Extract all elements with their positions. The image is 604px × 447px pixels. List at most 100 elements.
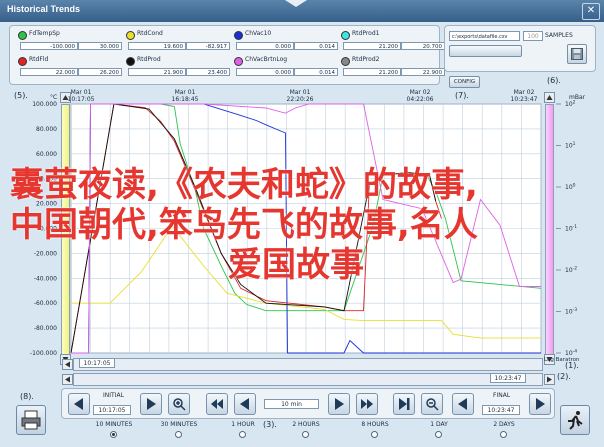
- right-axis-unit: mBar: [569, 94, 586, 101]
- range-radio[interactable]: [175, 431, 182, 438]
- scroll-start-time[interactable]: 10:17:05: [79, 358, 115, 368]
- initial-label: INITIAL: [103, 392, 124, 399]
- floppy-disk-icon: [571, 48, 583, 60]
- pen-max-value[interactable]: 20.700: [401, 42, 445, 50]
- final-label: FINAL: [493, 392, 511, 399]
- left-axis-up-button[interactable]: [60, 92, 71, 103]
- triangle-right-icon: [547, 376, 552, 383]
- pen-fdtempsp[interactable]: FdTempSp -100.000 30.000: [18, 29, 122, 53]
- pen-rtdprod[interactable]: RtdProd 21.900 23.400: [126, 55, 230, 79]
- skip-end-icon: [399, 398, 410, 410]
- right-axis-up-button[interactable]: [544, 92, 555, 103]
- pen-min-value[interactable]: 21.900: [128, 68, 186, 76]
- pen-min-value[interactable]: 0.000: [236, 42, 294, 50]
- range-radio[interactable]: [435, 431, 442, 438]
- save-export-button[interactable]: [567, 44, 587, 64]
- range-radio[interactable]: [302, 431, 309, 438]
- interval-field[interactable]: 10 min: [264, 399, 319, 409]
- final-forward-button[interactable]: [529, 393, 551, 415]
- initial-forward-button[interactable]: [140, 393, 162, 415]
- callout-5: (5).: [14, 91, 28, 100]
- callout-2: (2).: [557, 372, 571, 381]
- samples-field[interactable]: 100: [523, 31, 543, 41]
- running-man-icon: [568, 411, 583, 430]
- pen-max-value[interactable]: 26.200: [78, 68, 122, 76]
- fast-forward-button[interactable]: [356, 393, 378, 415]
- final-back-button[interactable]: [452, 393, 474, 415]
- export-path-field[interactable]: c:\exports\datafile.csv: [449, 31, 520, 41]
- end-scroll-left-button[interactable]: [62, 374, 73, 385]
- fast-rewind-button[interactable]: [206, 393, 228, 415]
- skip-back-initial-button[interactable]: [68, 393, 90, 415]
- pen-min-value[interactable]: 21.200: [343, 68, 401, 76]
- left-tick-label: -60.000: [34, 300, 57, 307]
- pen-max-value[interactable]: 0.014: [294, 42, 338, 50]
- range-radio[interactable]: [371, 431, 378, 438]
- range-label: 30 MINUTES: [160, 421, 198, 428]
- pen-name: RtdFld: [29, 56, 49, 63]
- triangle-left-icon: [458, 398, 467, 410]
- print-button[interactable]: [16, 405, 46, 435]
- magnifier-plus-icon: [173, 398, 186, 411]
- title-notch: [285, 0, 307, 7]
- pen-rtdcond[interactable]: RtdCond 19.600 -82.917: [126, 29, 230, 53]
- start-scroll-left-button[interactable]: [62, 359, 73, 370]
- overlay-text-line-1: 囊萤夜读,《农夫和蛇》的故事,: [10, 165, 478, 205]
- overlay-text-line-2: 中国朝代,笨鸟先飞的故事,名人: [10, 205, 478, 245]
- pen-min-value[interactable]: -100.000: [20, 42, 78, 50]
- pen-chvac10[interactable]: ChVac10 0.000 0.014: [234, 29, 338, 53]
- end-scroll-right-button[interactable]: [544, 374, 555, 385]
- pen-color-dot: [18, 57, 27, 66]
- right-axis-slider-thumb[interactable]: [546, 105, 553, 354]
- initial-time-field[interactable]: 10:17:05: [93, 405, 131, 415]
- skip-to-end-button[interactable]: [393, 393, 415, 415]
- zoom-in-button[interactable]: [168, 393, 190, 415]
- pen-color-dot: [234, 57, 243, 66]
- pen-rtdprod1[interactable]: RtdProd1 21.200 20.700: [341, 29, 445, 53]
- pen-max-value[interactable]: 23.400: [186, 68, 230, 76]
- final-time-field[interactable]: 10:23:47: [482, 405, 520, 415]
- triangle-left-icon: [65, 361, 70, 368]
- time-tick-date: Mar 02: [410, 89, 431, 96]
- pen-rtdprod2[interactable]: RtdProd2 21.200 22.900: [341, 55, 445, 79]
- config-button[interactable]: CONFIG: [449, 76, 480, 88]
- pen-legend-panel: FdTempSp -100.000 30.000 RtdCond 19.600 -82.9…: [9, 25, 445, 85]
- pen-rtdfld[interactable]: RtdFld 22.000 26.200: [18, 55, 122, 79]
- export-browse-button[interactable]: [449, 45, 522, 57]
- printer-icon: [21, 410, 41, 430]
- zoom-out-button[interactable]: [421, 393, 443, 415]
- range-label: 8 HOURS: [361, 421, 389, 428]
- end-scroll-bar[interactable]: [73, 373, 543, 386]
- pen-min-value[interactable]: 19.600: [128, 42, 186, 50]
- run-mode-button[interactable]: [560, 405, 590, 435]
- step-back-button[interactable]: [234, 393, 256, 415]
- start-scroll-bar[interactable]: [73, 358, 543, 371]
- range-label: 2 DAYS: [493, 421, 515, 428]
- range-radio[interactable]: [500, 431, 507, 438]
- time-tick-time: 04:22:06: [407, 96, 434, 103]
- right-tick-label: 101: [565, 141, 576, 150]
- range-label: 1 DAY: [430, 421, 448, 428]
- pen-max-value[interactable]: 22.900: [401, 68, 445, 76]
- time-tick-time: 10:23:47: [511, 96, 538, 103]
- pen-min-value[interactable]: 0.000: [236, 68, 294, 76]
- pen-min-value[interactable]: 22.000: [20, 68, 78, 76]
- pen-max-value[interactable]: -82.917: [186, 42, 230, 50]
- step-forward-button[interactable]: [328, 393, 350, 415]
- triangle-up-icon: [62, 95, 69, 100]
- close-button[interactable]: ✕: [582, 3, 600, 20]
- time-tick-date: Mar 01: [290, 89, 311, 96]
- right-axis-slider[interactable]: [545, 104, 554, 355]
- pen-color-dot: [126, 57, 135, 66]
- pen-max-value[interactable]: 0.014: [294, 68, 338, 76]
- scroll-end-time[interactable]: 10:23:47: [490, 373, 526, 383]
- triangle-left-icon: [74, 398, 83, 410]
- export-panel: c:\exports\datafile.csv 100 SAMPLES: [444, 25, 596, 72]
- pen-min-value[interactable]: 21.200: [343, 42, 401, 50]
- right-tick-label: 100: [565, 183, 576, 192]
- range-radio[interactable]: [239, 431, 246, 438]
- time-tick-date: Mar 01: [71, 89, 92, 96]
- pen-max-value[interactable]: 30.000: [78, 42, 122, 50]
- range-radio[interactable]: [110, 431, 117, 438]
- pen-chvacbrtnlog[interactable]: ChVacBrtnLog 0.000 0.014: [234, 55, 338, 79]
